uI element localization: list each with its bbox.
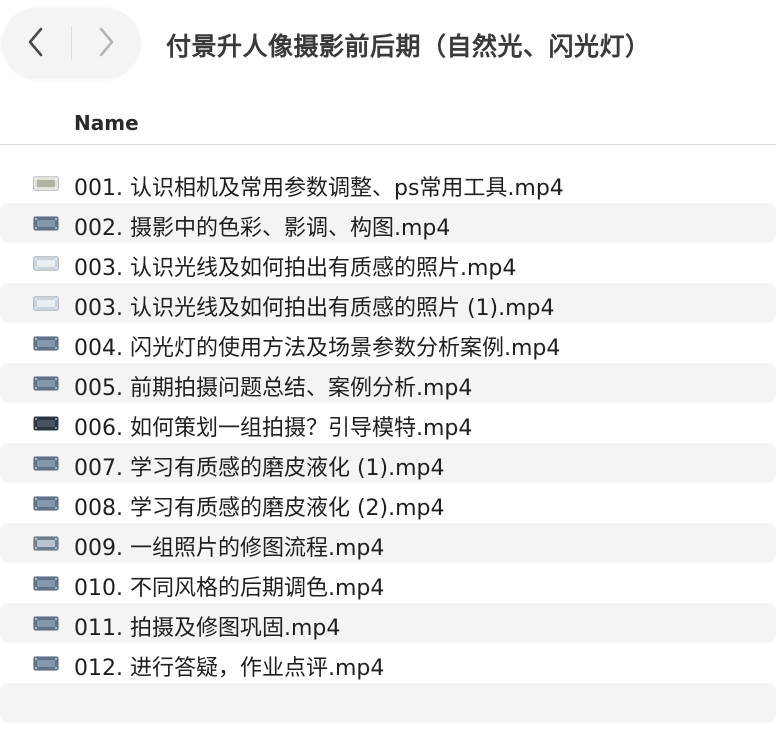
file-row[interactable]: 004. 闪光灯的使用方法及场景参数分析案例.mp4 xyxy=(0,323,776,363)
file-name: 004. 闪光灯的使用方法及场景参数分析案例.mp4 xyxy=(74,336,561,361)
empty-row xyxy=(0,683,776,723)
file-row[interactable]: 006. 如何策划一组拍摄？引导模特.mp4 xyxy=(0,403,776,443)
file-row[interactable]: 009. 一组照片的修图流程.mp4 xyxy=(0,523,776,563)
file-name: 008. 学习有质感的磨皮液化 (2).mp4 xyxy=(74,496,445,521)
video-thumbnail-icon xyxy=(33,376,59,391)
file-name: 010. 不同风格的后期调色.mp4 xyxy=(74,576,385,601)
video-thumbnail-icon xyxy=(33,176,59,191)
file-name: 012. 进行答疑，作业点评.mp4 xyxy=(74,656,385,681)
file-row[interactable]: 007. 学习有质感的磨皮液化 (1).mp4 xyxy=(0,443,776,483)
video-thumbnail-icon xyxy=(33,496,59,511)
file-name: 009. 一组照片的修图流程.mp4 xyxy=(74,536,385,561)
file-name: 002. 摄影中的色彩、影调、构图.mp4 xyxy=(74,216,451,241)
video-thumbnail-icon xyxy=(33,656,59,671)
file-row[interactable]: 008. 学习有质感的磨皮液化 (2).mp4 xyxy=(0,483,776,523)
file-name: 011. 拍摄及修图巩固.mp4 xyxy=(74,616,341,641)
file-row[interactable]: 005. 前期拍摄问题总结、案例分析.mp4 xyxy=(0,363,776,403)
file-name: 001. 认识相机及常用参数调整、ps常用工具.mp4 xyxy=(74,176,564,201)
video-thumbnail-icon xyxy=(33,216,59,231)
file-row[interactable]: 002. 摄影中的色彩、影调、构图.mp4 xyxy=(0,203,776,243)
file-row[interactable]: 003. 认识光线及如何拍出有质感的照片 (1).mp4 xyxy=(0,283,776,323)
chevron-right-icon xyxy=(99,27,114,57)
forward-button[interactable] xyxy=(86,22,126,62)
column-header: Name xyxy=(0,100,776,145)
video-thumbnail-icon xyxy=(33,336,59,351)
file-row[interactable]: 012. 进行答疑，作业点评.mp4 xyxy=(0,643,776,683)
video-thumbnail-icon xyxy=(33,416,59,431)
window-title: 付景升人像摄影前后期（自然光、闪光灯） xyxy=(166,32,651,61)
file-name: 003. 认识光线及如何拍出有质感的照片.mp4 xyxy=(74,256,517,281)
file-row[interactable]: 003. 认识光线及如何拍出有质感的照片.mp4 xyxy=(0,243,776,283)
file-name: 007. 学习有质感的磨皮液化 (1).mp4 xyxy=(74,456,445,481)
file-row[interactable]: 001. 认识相机及常用参数调整、ps常用工具.mp4 xyxy=(0,163,776,203)
video-thumbnail-icon xyxy=(33,296,59,311)
file-row[interactable]: 010. 不同风格的后期调色.mp4 xyxy=(0,563,776,603)
chevron-left-icon xyxy=(28,27,43,57)
file-name: 005. 前期拍摄问题总结、案例分析.mp4 xyxy=(74,376,473,401)
toolbar: 付景升人像摄影前后期（自然光、闪光灯） xyxy=(0,0,776,90)
file-list: 001. 认识相机及常用参数调整、ps常用工具.mp4 002. 摄影中的色彩、影… xyxy=(0,163,776,723)
nav-divider xyxy=(71,26,72,60)
video-thumbnail-icon xyxy=(33,536,59,551)
file-row[interactable]: 011. 拍摄及修图巩固.mp4 xyxy=(0,603,776,643)
back-button[interactable] xyxy=(16,22,56,62)
video-thumbnail-icon xyxy=(33,616,59,631)
file-name: 003. 认识光线及如何拍出有质感的照片 (1).mp4 xyxy=(74,296,555,321)
video-thumbnail-icon xyxy=(33,576,59,591)
video-thumbnail-icon xyxy=(33,456,59,471)
video-thumbnail-icon xyxy=(33,256,59,271)
navigation-group xyxy=(2,8,140,78)
file-name: 006. 如何策划一组拍摄？引导模特.mp4 xyxy=(74,416,473,441)
column-header-name[interactable]: Name xyxy=(74,111,139,135)
